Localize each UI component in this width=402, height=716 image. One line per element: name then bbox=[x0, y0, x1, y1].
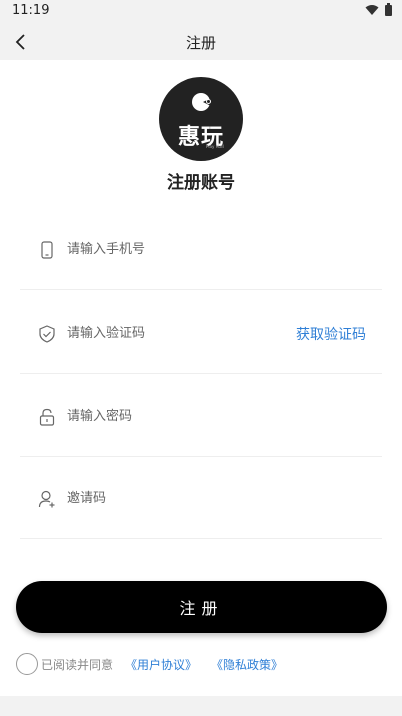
status-bar: 11:19 bbox=[0, 0, 402, 24]
agree-text: 已阅读并同意 bbox=[41, 657, 114, 672]
bottom-bar bbox=[0, 696, 402, 716]
invite-code-input[interactable] bbox=[67, 487, 277, 509]
logo-text: 惠玩 bbox=[177, 125, 224, 150]
battery-icon bbox=[385, 2, 392, 16]
password-input[interactable] bbox=[67, 405, 277, 427]
wifi-icon bbox=[365, 5, 379, 15]
shield-check-icon bbox=[39, 325, 55, 343]
agree-checkbox[interactable] bbox=[16, 653, 38, 675]
get-code-button[interactable]: 获取验证码 bbox=[296, 324, 366, 344]
logo-subtext: Play Mall bbox=[206, 144, 224, 149]
nav-title: 注册 bbox=[185, 34, 216, 52]
page-heading: 注册账号 bbox=[167, 173, 235, 193]
password-row bbox=[20, 375, 382, 457]
invite-code-row bbox=[20, 457, 382, 539]
phone-row bbox=[20, 208, 382, 290]
status-icons bbox=[365, 2, 392, 16]
app-logo: 惠玩 Play Mall bbox=[159, 77, 243, 161]
phone-input[interactable] bbox=[67, 238, 277, 260]
user-add-icon bbox=[38, 490, 55, 508]
register-button[interactable]: 注册 bbox=[16, 581, 387, 633]
privacy-policy-link[interactable]: 《隐私政策》 bbox=[211, 656, 283, 673]
status-time: 11:19 bbox=[12, 3, 50, 18]
nav-bar: 注册 bbox=[0, 24, 402, 60]
verification-code-row: 获取验证码 bbox=[20, 292, 382, 374]
agreement-row: 已阅读并同意 《用户协议》 《隐私政策》 bbox=[16, 653, 297, 675]
phone-icon bbox=[41, 241, 53, 259]
verification-code-input[interactable] bbox=[67, 322, 277, 344]
register-form-area: 惠玩 Play Mall 注册账号 获取验证码 bbox=[0, 60, 402, 696]
user-agreement-link[interactable]: 《用户协议》 bbox=[125, 656, 197, 673]
logo-dot bbox=[206, 99, 211, 104]
lock-icon bbox=[39, 408, 55, 426]
